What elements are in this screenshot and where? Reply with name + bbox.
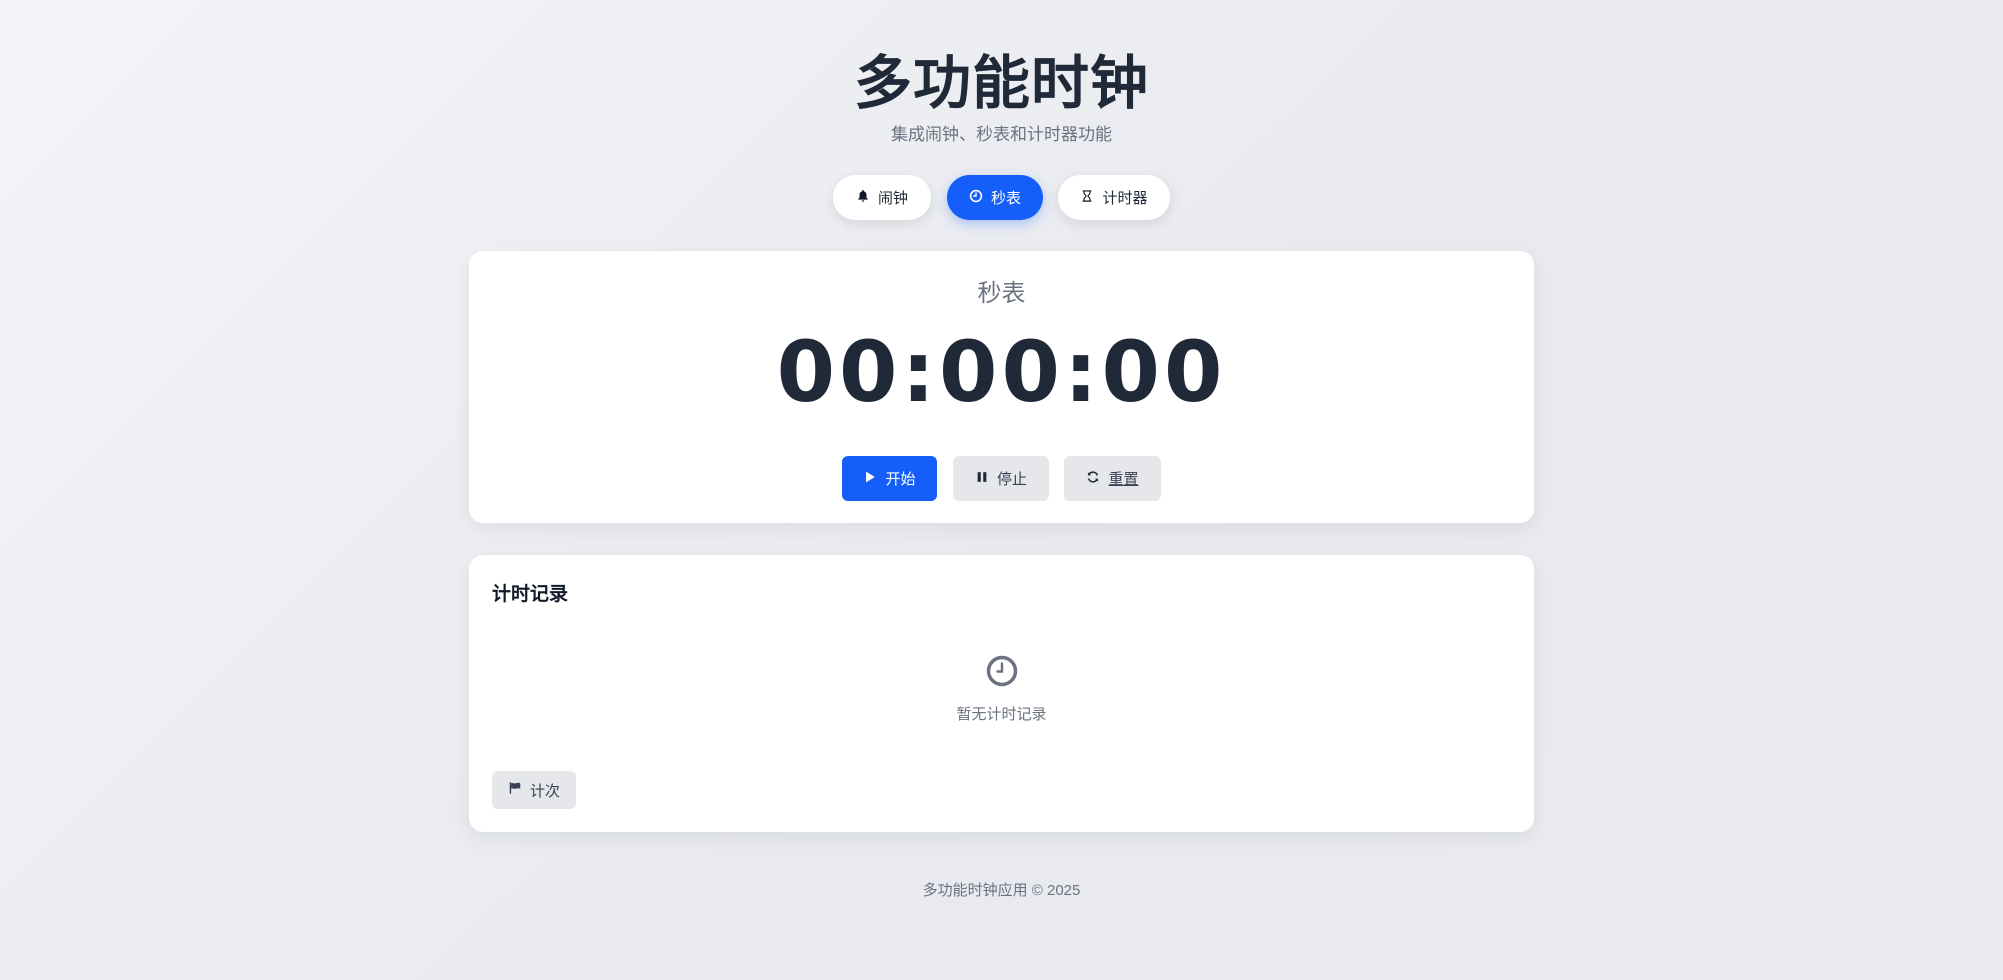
app-title: 多功能时钟	[853, 49, 1149, 117]
time-display: 00:00:00	[776, 323, 1227, 421]
flag-icon	[508, 781, 522, 799]
play-icon	[863, 470, 877, 488]
stopwatch-card: 秒表 00:00:00 开始 停止 重置	[469, 251, 1534, 523]
hourglass-icon	[1080, 189, 1094, 207]
start-button-label: 开始	[885, 471, 916, 488]
records-title: 计时记录	[492, 584, 569, 605]
mode-title: 秒表	[977, 280, 1026, 307]
mode-tabs: 闹钟 秒表 计时器	[0, 175, 2003, 220]
clock-icon	[969, 189, 983, 207]
reset-button-label: 重置	[1108, 471, 1139, 488]
stop-button[interactable]: 停止	[953, 456, 1049, 501]
lap-button-label: 计次	[529, 782, 560, 800]
reset-button[interactable]: 重置	[1064, 456, 1161, 501]
tab-alarm[interactable]: 闹钟	[833, 175, 931, 220]
refresh-icon	[1086, 470, 1100, 488]
pause-icon	[975, 470, 989, 488]
bell-icon	[856, 189, 870, 207]
footer-text: 多功能时钟应用 © 2025	[922, 882, 1081, 899]
app-subtitle: 集成闹钟、秒表和计时器功能	[891, 125, 1112, 144]
stop-button-label: 停止	[996, 471, 1027, 488]
empty-records-text: 暂无计时记录	[956, 706, 1047, 723]
tab-stopwatch-label: 秒表	[990, 190, 1021, 207]
records-card: 计时记录 暂无计时记录 计次	[469, 555, 1534, 832]
tab-alarm-label: 闹钟	[877, 190, 908, 207]
empty-clock-icon	[986, 655, 1018, 687]
tab-timer-label: 计时器	[1102, 190, 1148, 207]
tab-timer[interactable]: 计时器	[1058, 175, 1170, 220]
lap-button[interactable]: 计次	[492, 771, 576, 809]
tab-stopwatch[interactable]: 秒表	[947, 175, 1043, 220]
start-button[interactable]: 开始	[842, 456, 937, 501]
